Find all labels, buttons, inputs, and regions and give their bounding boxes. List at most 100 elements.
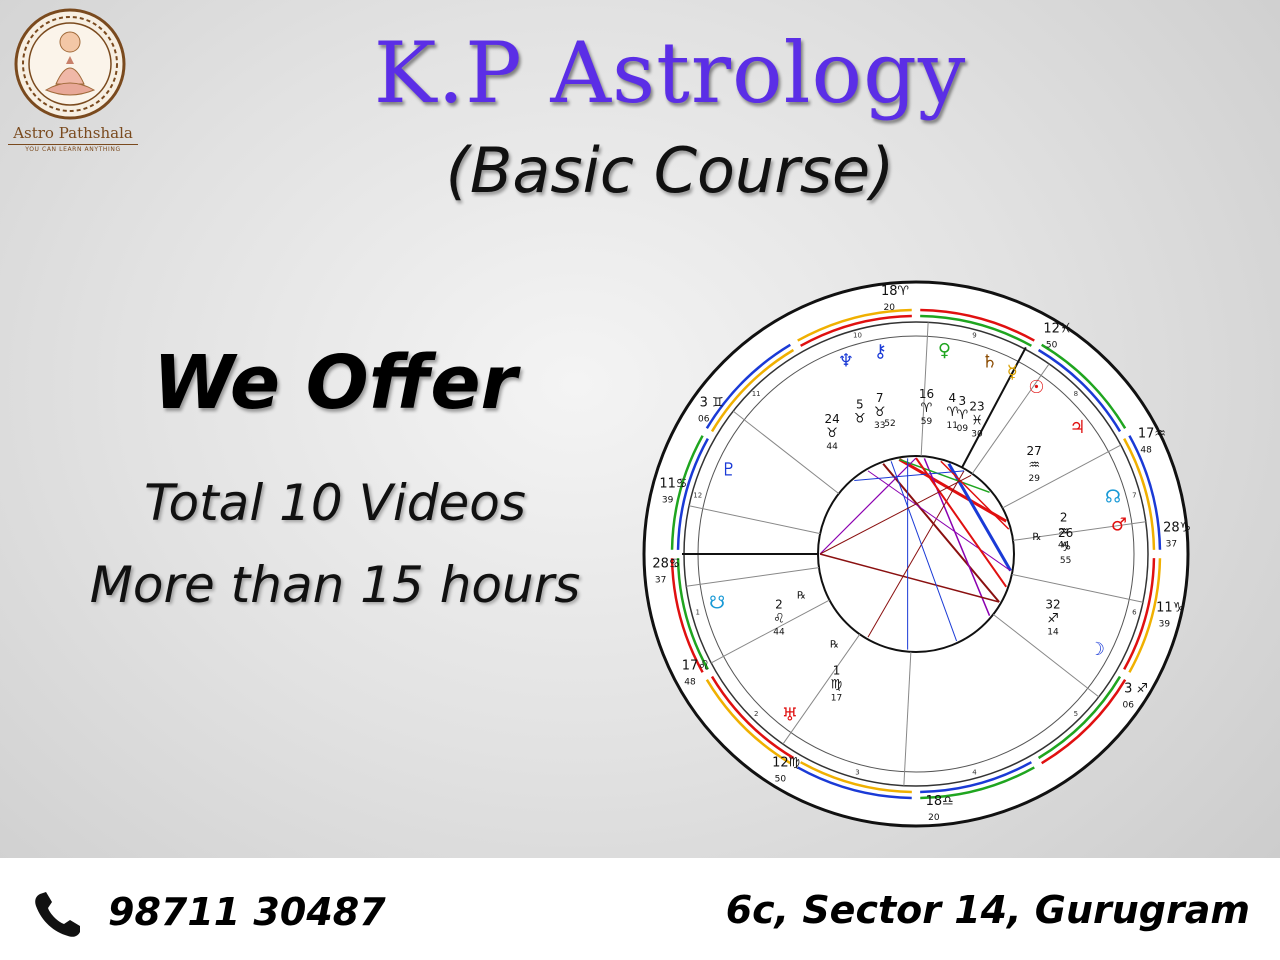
planet-glyph-icon: ⚷: [874, 341, 887, 362]
house-number: 6: [1132, 608, 1137, 616]
cusp-degree: 18: [881, 284, 898, 299]
cusp-degree: 28: [652, 556, 669, 571]
position-sign-icon: ♑: [1060, 540, 1072, 555]
cusp-sign-icon: ♊: [712, 395, 724, 410]
house-number: 2: [754, 710, 758, 718]
cusp-minutes: 50: [1046, 340, 1058, 350]
retrograde-mark: ℞: [1032, 532, 1041, 543]
position-sign-icon: ♉: [826, 426, 838, 441]
position-degree: 16: [919, 387, 934, 401]
cusp-minutes: 39: [662, 496, 674, 506]
cusp-degree: 11: [1156, 600, 1173, 615]
cusp-sign-icon: ♋: [669, 556, 681, 571]
planet-glyph-icon: ♇: [721, 460, 737, 481]
planet-glyph-icon: ☉: [1028, 377, 1044, 398]
planet-glyph-icon: ♃: [1069, 417, 1085, 438]
position-minutes: 44: [773, 628, 785, 638]
cusp-sign-icon: ♑: [1173, 600, 1185, 615]
position-sign-icon: ♍: [831, 678, 843, 693]
position-degree: 5: [856, 397, 864, 411]
planet-glyph-icon: ♄: [981, 352, 997, 373]
position-degree: 24: [824, 412, 839, 426]
position-sign-icon: ♈: [957, 408, 969, 423]
cusp-minutes: 48: [684, 678, 696, 688]
cusp-degree: 28: [1163, 521, 1180, 536]
footer-bar: 98711 30487 6c, Sector 14, Gurugram: [0, 858, 1280, 960]
address-text: 6c, Sector 14, Gurugram: [725, 888, 1250, 932]
position-degree: 2: [1060, 510, 1068, 524]
position-minutes: 09: [957, 424, 969, 434]
planet-glyph-icon: ♀: [938, 340, 951, 361]
brand-tagline: YOU CAN LEARN ANYTHING: [8, 144, 138, 153]
position-degree: 27: [1027, 444, 1042, 458]
planet-glyph-icon: ♆: [838, 350, 854, 371]
house-number: 8: [1074, 390, 1078, 398]
position-minutes: 52: [884, 419, 895, 429]
house-number: 3: [855, 768, 859, 776]
cusp-minutes: 39: [1159, 619, 1171, 629]
cusp-degree: 12: [772, 756, 789, 771]
planet-glyph-icon: ☋: [709, 593, 725, 614]
cusp-minutes: 50: [775, 775, 787, 785]
cusp-sign-icon: ♐: [1136, 682, 1148, 697]
position-sign-icon: ♓: [971, 413, 983, 428]
position-minutes: 14: [1047, 628, 1059, 638]
phone-icon: [35, 892, 80, 937]
position-degree: 1: [833, 664, 841, 678]
cusp-degree: 17: [682, 659, 699, 674]
house-number: 11: [752, 390, 761, 398]
house-number: 5: [1074, 710, 1078, 718]
retrograde-mark: ℞: [797, 591, 806, 602]
position-sign-icon: ♉: [874, 405, 886, 420]
cusp-sign-icon: ♎: [942, 794, 954, 809]
cusp-degree: 12: [1043, 321, 1060, 336]
cusp-sign-icon: ♑: [1180, 521, 1192, 536]
position-degree: 4: [948, 391, 956, 405]
cusp-degree: 11: [659, 477, 676, 492]
brand-name: Astro Pathshala: [13, 124, 133, 142]
position-minutes: 44: [826, 442, 838, 452]
planet-glyph-icon: ☿: [1007, 362, 1018, 383]
cusp-minutes: 06: [1123, 701, 1135, 711]
offer-videos: Total 10 Videos: [144, 474, 526, 532]
house-number: 10: [853, 332, 862, 340]
cusp-sign-icon: ♈: [897, 284, 909, 299]
phone-number[interactable]: 98711 30487: [108, 890, 386, 934]
house-number: 7: [1132, 492, 1136, 500]
cusp-sign-icon: ♌: [698, 659, 710, 674]
house-number: 9: [972, 332, 976, 340]
position-degree: 2: [775, 598, 783, 612]
house-number: 12: [693, 492, 702, 500]
position-minutes: 17: [831, 694, 842, 704]
cusp-minutes: 48: [1140, 445, 1152, 455]
planet-glyph-icon: ☽: [1089, 639, 1105, 660]
cusp-degree: 18: [926, 794, 943, 809]
page-subtitle: (Basic Course): [445, 134, 895, 207]
planet-glyph-icon: ☊: [1105, 486, 1121, 507]
position-minutes: 59: [921, 417, 933, 427]
position-degree: 32: [1045, 598, 1060, 612]
cusp-minutes: 20: [928, 813, 940, 823]
position-degree: 23: [969, 399, 984, 413]
position-sign-icon: ♉: [854, 411, 866, 426]
planet-glyph-icon: ♂: [1111, 514, 1127, 535]
cusp-sign-icon: ♍: [789, 756, 801, 771]
house-number: 4: [972, 768, 977, 776]
position-minutes: 30: [971, 429, 983, 439]
position-degree: 26: [1058, 526, 1073, 540]
position-minutes: 29: [1028, 474, 1040, 484]
position-sign-icon: ♐: [1047, 612, 1059, 627]
offer-hours: More than 15 hours: [89, 556, 581, 614]
cusp-minutes: 37: [655, 575, 666, 585]
position-degree: 3: [959, 394, 967, 408]
brand-logo: Astro Pathshala YOU CAN LEARN ANYTHING: [8, 6, 138, 156]
retrograde-mark: ℞: [830, 640, 839, 651]
cusp-minutes: 20: [884, 303, 896, 313]
position-sign-icon: ♌: [773, 612, 785, 627]
position-sign-icon: ♈: [921, 401, 933, 416]
cusp-degree: 3: [700, 395, 708, 410]
logo-emblem: [14, 8, 126, 120]
position-minutes: 55: [1060, 556, 1071, 566]
page-title: K.P Astrology: [373, 24, 967, 122]
planet-glyph-icon: ♅: [782, 705, 798, 726]
